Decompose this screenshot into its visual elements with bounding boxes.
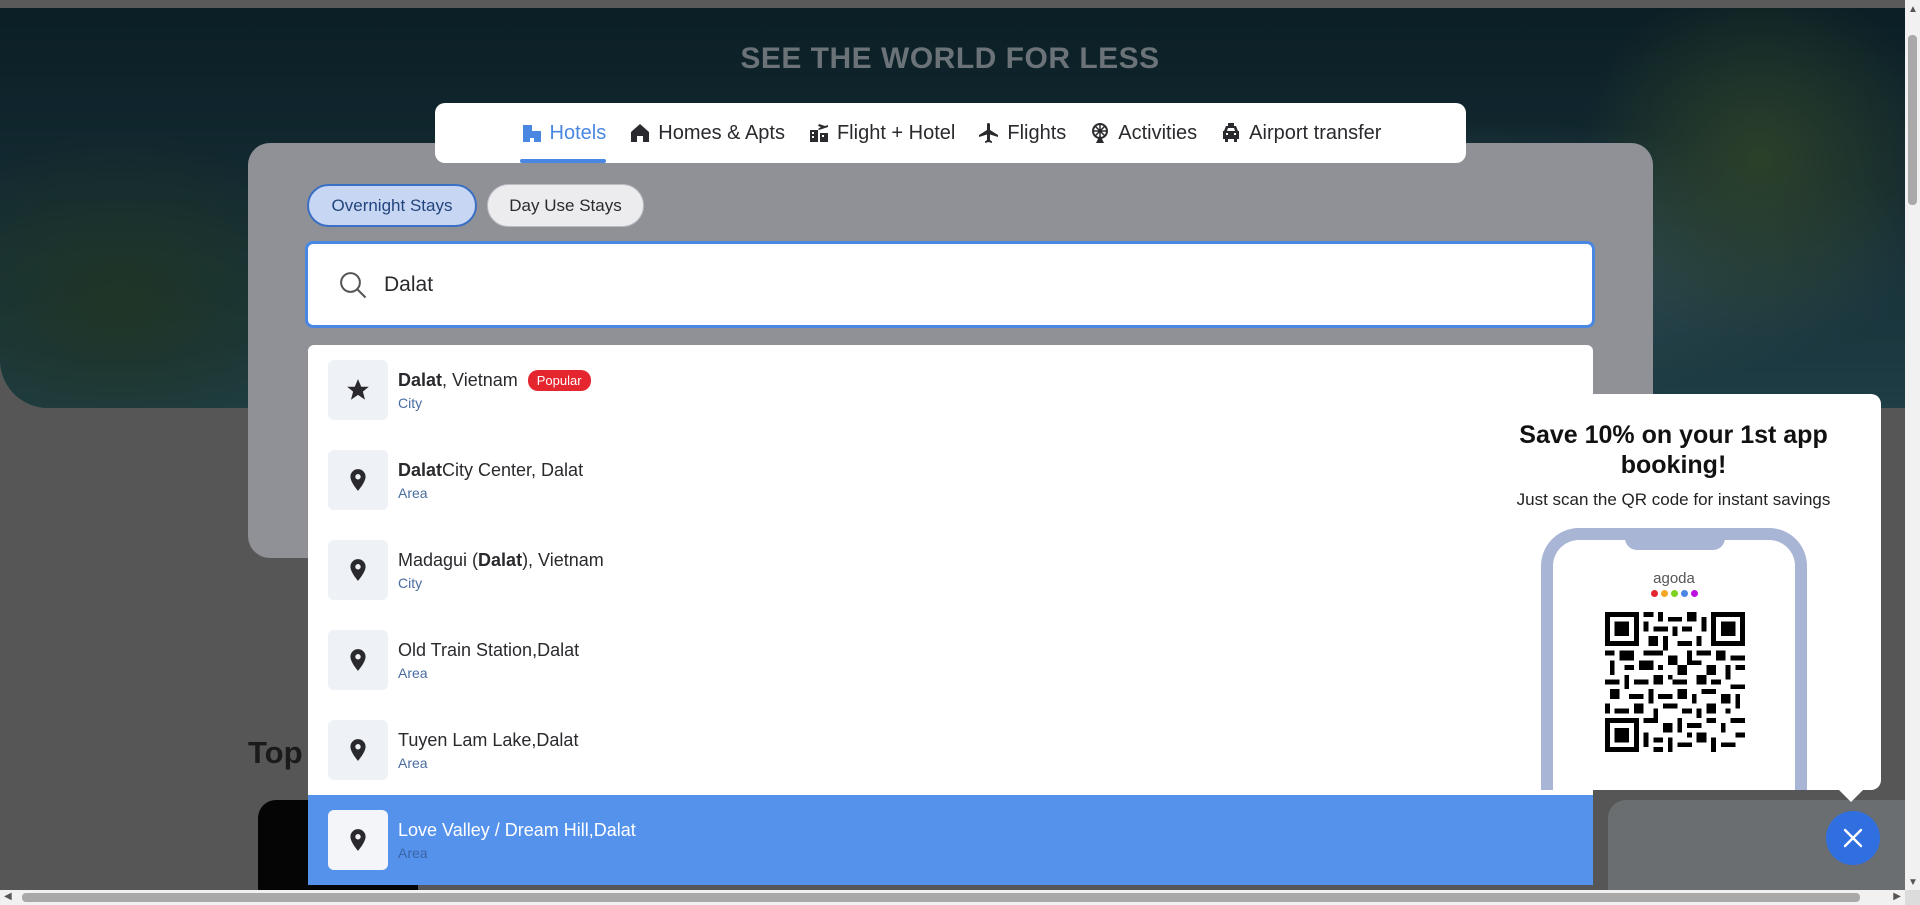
- suggestion-rest: , Vietnam: [442, 369, 518, 390]
- car-icon: [1223, 123, 1240, 142]
- scroll-up-arrow-icon[interactable]: ▲: [1908, 4, 1918, 15]
- suggestion-type: Area: [398, 844, 428, 861]
- day-use-stays-button[interactable]: Day Use Stays: [487, 184, 644, 227]
- popular-badge: Popular: [527, 369, 591, 391]
- tab-homes-apts[interactable]: Homes & Apts: [628, 103, 785, 163]
- brand-dot: [1680, 590, 1688, 597]
- phone-notch: [1625, 528, 1725, 550]
- scroll-down-arrow-icon[interactable]: ▼: [1908, 877, 1918, 888]
- suggestion-type: Area: [398, 484, 428, 501]
- suggestion-type: Area: [398, 754, 428, 771]
- suggestion-item[interactable]: Tuyen Lam Lake, Dalat Area: [308, 705, 1593, 795]
- hotel-icon: [522, 125, 541, 142]
- scroll-left-arrow-icon[interactable]: ◀: [4, 891, 12, 902]
- suggestion-match: Dalat: [398, 369, 443, 390]
- suggestion-type: City: [398, 394, 423, 411]
- tab-flight-hotel[interactable]: Flight + Hotel: [807, 103, 955, 163]
- promo-title: Save 10% on your 1st app booking!: [1519, 421, 1828, 479]
- brand-dot: [1670, 590, 1678, 597]
- suggestion-rest: Dalat: [536, 729, 579, 750]
- suggestion-rest: Dalat: [593, 819, 636, 840]
- suggestion-rest: Dalat: [537, 639, 580, 660]
- tab-label: Flights: [1007, 121, 1067, 144]
- horizontal-scroll-thumb[interactable]: [22, 893, 1860, 902]
- ferris-wheel-icon: [1092, 123, 1109, 143]
- phone-illustration: agoda: [1541, 528, 1807, 790]
- qr-code: [1605, 612, 1745, 752]
- promo-subtitle: Just scan the QR code for instant saving…: [1516, 490, 1831, 509]
- app-promo-popup: Save 10% on your 1st app booking! Just s…: [1466, 394, 1881, 802]
- product-tabs: Hotels Homes & Apts Flight + Hotel Fligh…: [435, 103, 1466, 163]
- brand-logo: agoda: [1653, 570, 1695, 587]
- tab-hotels[interactable]: Hotels: [519, 103, 607, 163]
- close-icon: [1843, 828, 1863, 848]
- brand-dots: [1553, 590, 1795, 597]
- suggestion-rest: ), Vietnam: [522, 549, 604, 570]
- scroll-right-arrow-icon[interactable]: ▶: [1893, 891, 1901, 902]
- suggestion-match: Dalat: [478, 549, 523, 570]
- tab-airport-transfer[interactable]: Airport transfer: [1219, 103, 1381, 163]
- vertical-scrollbar[interactable]: ▲ ▼: [1905, 0, 1920, 890]
- suggestion-prefix: Madagui (: [398, 549, 479, 570]
- vertical-scroll-thumb[interactable]: [1908, 35, 1917, 205]
- suggestion-prefix: Love Valley / Dream Hill,: [398, 819, 594, 840]
- suggestion-item-highlighted[interactable]: Love Valley / Dream Hill, Dalat Area: [308, 795, 1593, 885]
- search-icon: [340, 271, 367, 298]
- tab-label: Homes & Apts: [658, 121, 785, 144]
- section-heading: Top: [248, 735, 303, 770]
- map-pin-icon: [350, 649, 366, 671]
- destination-search-box[interactable]: [305, 241, 1595, 328]
- brand-dot: [1690, 590, 1698, 597]
- brand-dot: [1660, 590, 1668, 597]
- map-pin-icon: [350, 739, 366, 761]
- tab-label: Hotels: [549, 121, 607, 144]
- overnight-stays-button[interactable]: Overnight Stays: [307, 184, 477, 227]
- suggestion-type: Area: [398, 664, 428, 681]
- map-pin-icon: [350, 469, 366, 491]
- hero-title: SEE THE WORLD FOR LESS: [740, 42, 1160, 75]
- tab-label: Activities: [1118, 121, 1198, 144]
- home-icon: [631, 124, 650, 142]
- tab-activities[interactable]: Activities: [1088, 103, 1197, 163]
- tab-flights[interactable]: Flights: [977, 103, 1066, 163]
- close-promo-button[interactable]: [1826, 811, 1880, 865]
- plane-icon: [979, 123, 999, 143]
- horizontal-scrollbar[interactable]: ◀ ▶: [0, 890, 1905, 905]
- suggestion-item[interactable]: Old Train Station, Dalat Area: [308, 615, 1593, 705]
- suggestion-item[interactable]: Dalat City Center, Dalat Area: [308, 435, 1593, 525]
- tab-label: Flight + Hotel: [836, 121, 956, 144]
- suggestion-item[interactable]: Dalat, Vietnam Popular City: [308, 345, 1593, 435]
- star-icon: [347, 379, 369, 400]
- suggestion-match: Dalat: [398, 459, 443, 480]
- map-pin-icon: [350, 829, 366, 851]
- flight-hotel-icon: [809, 124, 828, 142]
- window-top-strip: [0, 0, 1905, 8]
- suggestion-rest: City Center, Dalat: [442, 459, 584, 480]
- suggestion-item[interactable]: Madagui (Dalat), Vietnam City: [308, 525, 1593, 615]
- scrollbar-corner: [1905, 890, 1920, 905]
- suggestion-prefix: Old Train Station,: [398, 639, 538, 660]
- map-pin-icon: [350, 559, 366, 581]
- suggestion-type: City: [398, 574, 423, 591]
- search-input[interactable]: [384, 272, 1484, 297]
- brand-dot: [1650, 590, 1658, 597]
- tab-label: Airport transfer: [1249, 121, 1382, 144]
- suggestion-dropdown: Dalat, Vietnam Popular City Dalat City C…: [308, 345, 1593, 885]
- suggestion-prefix: Tuyen Lam Lake,: [398, 729, 537, 750]
